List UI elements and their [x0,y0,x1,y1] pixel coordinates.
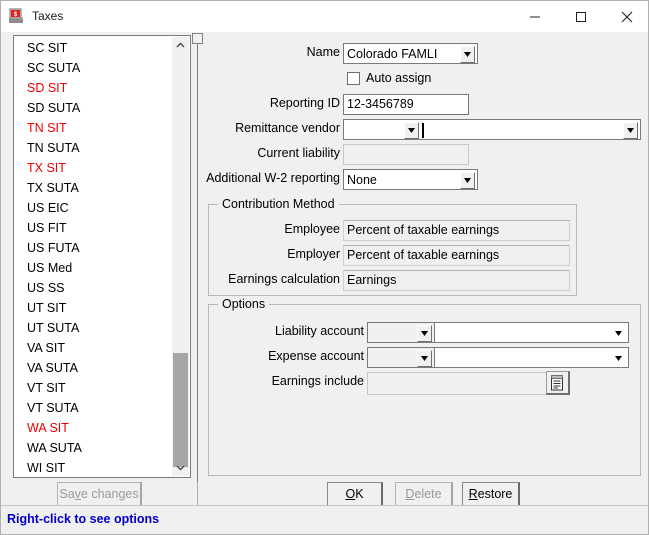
earnings-calculation-label: Earnings calculation [228,272,340,286]
taxes-app-icon: $ [8,8,25,25]
list-item[interactable]: US EIC [14,198,172,218]
close-icon[interactable] [604,1,648,32]
tax-detail-form: Name Colorado FAMLI Auto assign Reportin… [201,32,648,497]
current-liability-value [343,144,469,165]
minimize-icon[interactable] [512,1,558,32]
save-changes-label: Save changes [59,487,139,501]
auto-assign-label: Auto assign [366,71,432,85]
ok-label: OK [345,487,364,501]
client-area: SC SIT SC SUTA SD SIT SD SUTA TN SIT TN SUTA T… [1,32,648,534]
taxes-window: $ Taxes SC SIT SC SUTA SD SIT SD SUTA TN SIT… [0,0,649,535]
row-employee: Employee Percent of taxable earnings [201,220,648,241]
name-combo[interactable]: Colorado FAMLI [343,43,478,64]
employee-label: Employee [284,222,340,236]
chevron-up-icon[interactable] [172,37,189,54]
expense-account-label: Expense account [268,349,364,363]
row-earnings-calculation: Earnings calculation Earnings [201,270,648,291]
contribution-method-title: Contribution Method [218,197,339,211]
list-item[interactable]: US FUTA [14,238,172,258]
delete-button[interactable]: Delete [395,482,453,507]
chevron-down-icon[interactable] [417,350,432,367]
list-item[interactable]: SC SIT [14,38,172,58]
scrollbar-thumb[interactable] [173,353,188,467]
list-item[interactable]: VA SUTA [14,358,172,378]
chevron-down-icon[interactable] [460,172,475,189]
list-item[interactable]: VT SIT [14,378,172,398]
tax-list-scrollbar[interactable] [172,37,189,476]
list-item[interactable]: TX SIT [14,158,172,178]
row-expense-account: Expense account [201,347,648,368]
row-additional-w2: Additional W-2 reporting None [201,169,648,190]
chevron-down-icon[interactable] [460,46,475,63]
list-item[interactable]: TX SUTA [14,178,172,198]
restore-button[interactable]: Restore [462,482,520,507]
notepad-list-icon[interactable] [546,371,570,395]
status-message: Right-click to see options [7,512,160,526]
list-item[interactable]: UT SIT [14,298,172,318]
list-item[interactable]: VT SUTA [14,398,172,418]
button-bar-divider [197,482,198,506]
name-value: Colorado FAMLI [347,47,438,61]
liability-account-code-combo[interactable] [367,322,435,343]
chevron-down-icon[interactable] [417,325,432,342]
earnings-include-label: Earnings include [271,374,364,388]
name-label: Name [306,45,340,59]
row-name: Name Colorado FAMLI [201,43,648,64]
list-item[interactable]: TN SIT [14,118,172,138]
list-item[interactable]: SD SUTA [14,98,172,118]
list-item[interactable]: US Med [14,258,172,278]
row-current-liability: Current liability [201,144,648,165]
text-caret [422,123,424,138]
tax-list[interactable]: SC SIT SC SUTA SD SIT SD SUTA TN SIT TN SUTA T… [13,35,191,478]
list-item[interactable]: WI SIT [14,458,172,477]
reporting-id-label: Reporting ID [269,96,340,110]
row-earnings-include: Earnings include [201,371,648,398]
list-item[interactable]: VA SIT [14,338,172,358]
chevron-down-icon[interactable] [404,122,419,139]
save-changes-button[interactable]: Save changes [57,482,142,507]
panel-splitter[interactable] [197,40,198,504]
tax-list-items: SC SIT SC SUTA SD SIT SD SUTA TN SIT TN SUTA T… [14,38,172,477]
reporting-id-input[interactable]: 12-3456789 [343,94,469,115]
remittance-vendor-code-combo[interactable] [343,119,421,140]
list-item[interactable]: UT SUTA [14,318,172,338]
auto-assign-checkbox[interactable] [347,72,360,85]
ok-button[interactable]: OK [327,482,383,507]
chevron-down-icon[interactable] [172,459,189,476]
expense-account-code-combo[interactable] [367,347,435,368]
row-reporting-id: Reporting ID 12-3456789 [201,94,648,115]
delete-label: Delete [405,487,442,501]
row-employer: Employer Percent of taxable earnings [201,245,648,266]
current-liability-label: Current liability [257,146,340,160]
chevron-down-icon[interactable] [611,350,626,367]
window-title: Taxes [32,9,64,23]
additional-w2-combo[interactable]: None [343,169,478,190]
list-item[interactable]: US FIT [14,218,172,238]
maximize-icon[interactable] [558,1,604,32]
options-title: Options [218,297,270,311]
earnings-include-value [367,372,560,395]
list-item[interactable]: TN SUTA [14,138,172,158]
list-item[interactable]: WA SIT [14,418,172,438]
employer-label: Employer [287,247,340,261]
list-item[interactable]: SC SUTA [14,58,172,78]
employee-value: Percent of taxable earnings [343,220,570,241]
title-bar: $ Taxes [1,1,648,32]
additional-w2-value: None [347,173,377,187]
status-bar: Right-click to see options [1,505,648,534]
chevron-down-icon[interactable] [611,325,626,342]
list-item[interactable]: US SS [14,278,172,298]
row-auto-assign: Auto assign [201,69,648,90]
restore-label: Restore [468,487,513,501]
row-liability-account: Liability account [201,322,648,343]
row-remittance-vendor: Remittance vendor [201,119,648,140]
remittance-vendor-label: Remittance vendor [235,121,340,135]
liability-account-label: Liability account [275,324,364,338]
earnings-calculation-value: Earnings [343,270,570,291]
list-item[interactable]: SD SIT [14,78,172,98]
additional-w2-label: Additional W-2 reporting [206,171,340,185]
chevron-down-icon[interactable] [623,122,638,139]
list-item[interactable]: WA SUTA [14,438,172,458]
employer-value: Percent of taxable earnings [343,245,570,266]
